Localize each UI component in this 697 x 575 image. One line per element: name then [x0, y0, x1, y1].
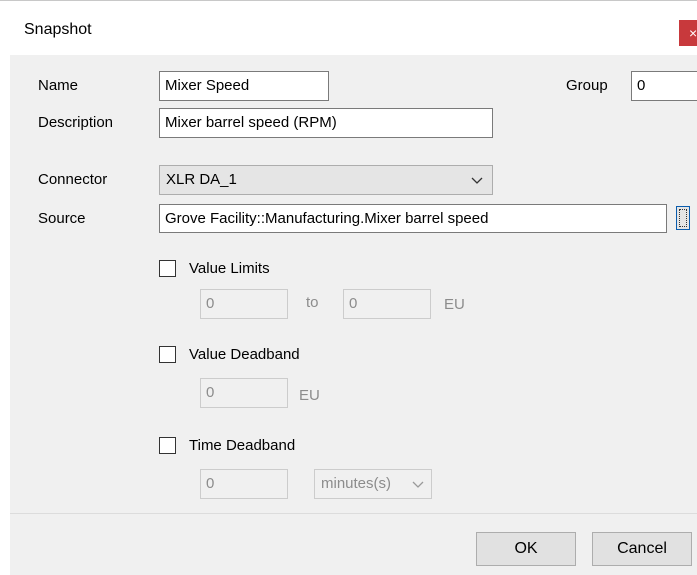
group-input[interactable]: 0 — [631, 71, 697, 101]
name-input[interactable]: Mixer Speed — [159, 71, 329, 101]
value-deadband-label: Value Deadband — [189, 346, 300, 363]
name-label: Name — [38, 77, 79, 94]
close-button[interactable]: × — [679, 20, 697, 46]
group-label: Group — [566, 77, 608, 94]
connector-select-value: XLR DA_1 — [166, 171, 237, 188]
source-input[interactable]: Grove Facility::Manufacturing.Mixer barr… — [159, 204, 667, 233]
value-limits-checkbox[interactable] — [159, 260, 176, 277]
value-deadband-input[interactable]: 0 — [200, 378, 288, 408]
cancel-button[interactable]: Cancel — [592, 532, 692, 566]
connector-select[interactable]: XLR DA_1 — [159, 165, 493, 195]
browse-button[interactable] — [676, 206, 690, 230]
value-deadband-unit-label: EU — [299, 387, 320, 404]
description-label: Description — [38, 114, 114, 131]
time-deadband-label: Time Deadband — [189, 437, 296, 454]
source-label: Source — [38, 210, 86, 227]
window-top-border — [0, 0, 697, 6]
value-deadband-checkbox[interactable] — [159, 346, 176, 363]
connector-label: Connector — [38, 171, 108, 188]
ok-button[interactable]: OK — [476, 532, 576, 566]
close-icon: × — [689, 25, 697, 41]
time-deadband-checkbox[interactable] — [159, 437, 176, 454]
value-limits-max-input[interactable]: 0 — [343, 289, 431, 319]
description-input[interactable]: Mixer barrel speed (RPM) — [159, 108, 493, 138]
value-limits-min-input[interactable]: 0 — [200, 289, 288, 319]
chevron-down-icon — [412, 481, 424, 488]
value-limits-to-label: to — [306, 294, 319, 311]
time-deadband-input[interactable]: 0 — [200, 469, 288, 499]
time-deadband-unit-select[interactable]: minutes(s) — [314, 469, 432, 499]
value-limits-unit-label: EU — [444, 296, 465, 313]
chevron-down-icon — [471, 177, 483, 184]
dialog-title: Snapshot — [24, 21, 92, 38]
time-deadband-unit-value: minutes(s) — [321, 475, 392, 492]
value-limits-label: Value Limits — [189, 260, 270, 277]
snapshot-dialog: Snapshot × Name Mixer Speed Group 0 Desc… — [0, 0, 697, 575]
